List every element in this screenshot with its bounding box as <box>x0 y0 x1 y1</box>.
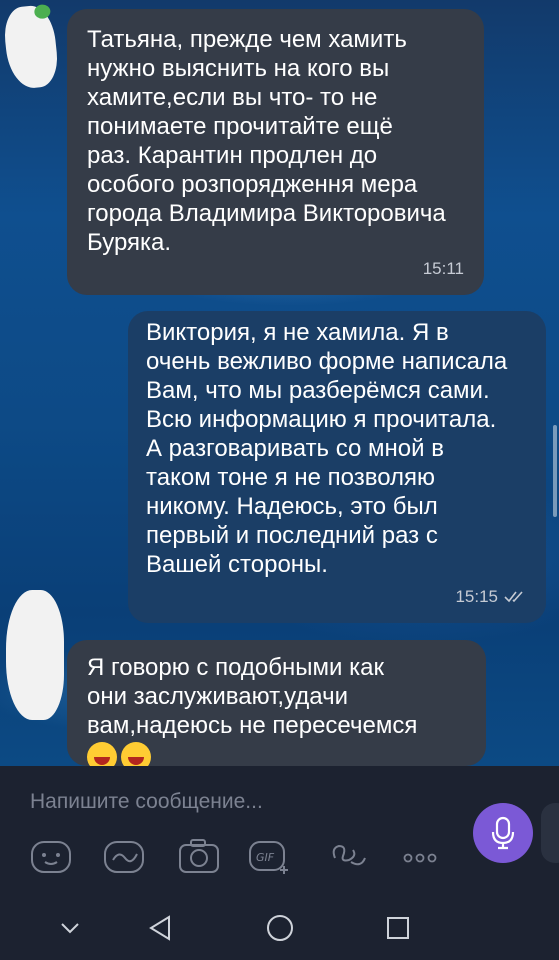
microphone-icon <box>491 816 515 850</box>
sender-avatar-redacted[interactable] <box>6 590 64 720</box>
message-input[interactable]: Напишите сообщение... <box>30 790 263 814</box>
winking-tongue-emoji <box>121 742 151 766</box>
recents-icon[interactable] <box>378 908 418 948</box>
message-text: Татьяна, прежде чем хамить нужно выяснит… <box>87 26 446 256</box>
sticker-icon[interactable] <box>28 836 74 876</box>
timestamp: 15:11 <box>422 259 464 278</box>
double-check-icon <box>504 590 523 602</box>
camera-icon[interactable] <box>176 836 222 876</box>
more-stickers-icon[interactable] <box>325 836 371 876</box>
gif-icon[interactable]: GIF <box>246 836 292 876</box>
message-text: Виктория, я не хамила. Я в очень вежливо… <box>146 319 508 578</box>
laughing-face-emoji <box>87 742 117 766</box>
timestamp: 15:15 <box>455 587 498 606</box>
emoji-row <box>87 742 468 766</box>
voice-message-button[interactable] <box>473 803 533 863</box>
side-panel-button[interactable] <box>541 803 559 863</box>
message-time: 15:15 <box>455 582 526 611</box>
message-bubble-incoming[interactable]: Татьяна, прежде чем хамить нужно выяснит… <box>67 9 484 295</box>
home-icon[interactable] <box>260 908 300 948</box>
message-time: 15:11 <box>423 254 464 283</box>
message-bubble-incoming[interactable]: Я говорю с подобными как они заслуживают… <box>67 640 486 766</box>
message-text: Я говорю с подобными как они заслуживают… <box>87 654 418 739</box>
message-bubble-outgoing[interactable]: Виктория, я не хамила. Я в очень вежливо… <box>128 311 546 623</box>
doodle-icon[interactable] <box>101 836 147 876</box>
scrollbar-thumb[interactable] <box>553 425 557 517</box>
chevron-down-icon[interactable] <box>50 908 90 948</box>
svg-text:GIF: GIF <box>256 851 275 864</box>
more-icon[interactable] <box>398 836 444 876</box>
system-navigation-bar <box>0 894 559 960</box>
back-icon[interactable] <box>140 908 180 948</box>
